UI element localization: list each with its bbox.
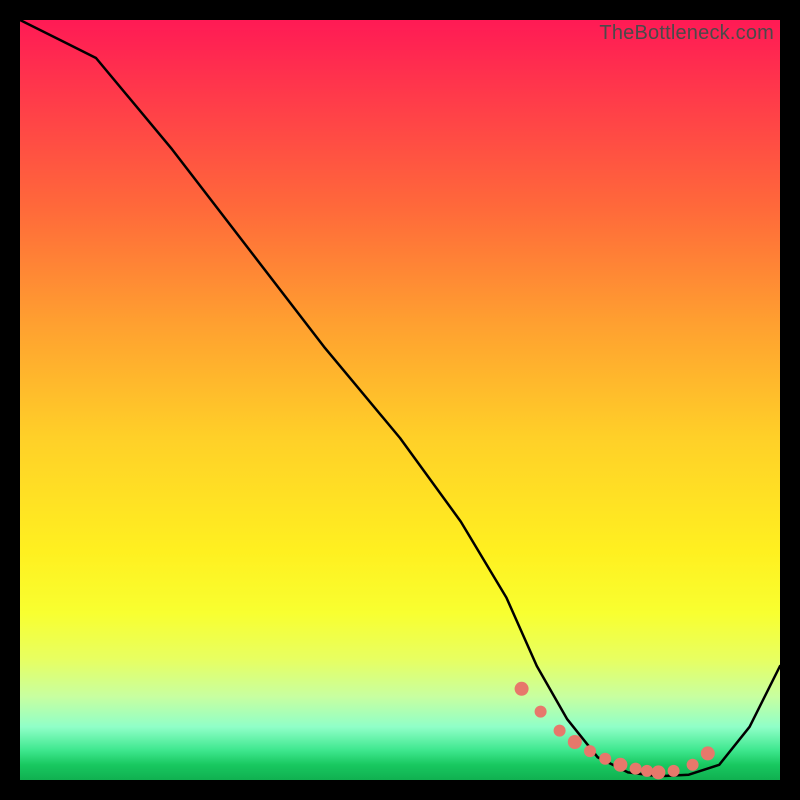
marker-dot [535, 706, 547, 718]
marker-dot [651, 765, 665, 779]
curve-layer [20, 20, 780, 780]
highlight-dots [515, 682, 715, 780]
plot-area: TheBottleneck.com [20, 20, 780, 780]
marker-dot [668, 765, 680, 777]
marker-dot [630, 763, 642, 775]
marker-dot [613, 758, 627, 772]
marker-dot [568, 735, 582, 749]
marker-dot [687, 759, 699, 771]
marker-dot [641, 765, 653, 777]
marker-dot [554, 725, 566, 737]
bottleneck-curve [20, 20, 780, 776]
marker-dot [515, 682, 529, 696]
chart-frame: TheBottleneck.com [0, 0, 800, 800]
marker-dot [599, 753, 611, 765]
marker-dot [584, 745, 596, 757]
marker-dot [701, 746, 715, 760]
